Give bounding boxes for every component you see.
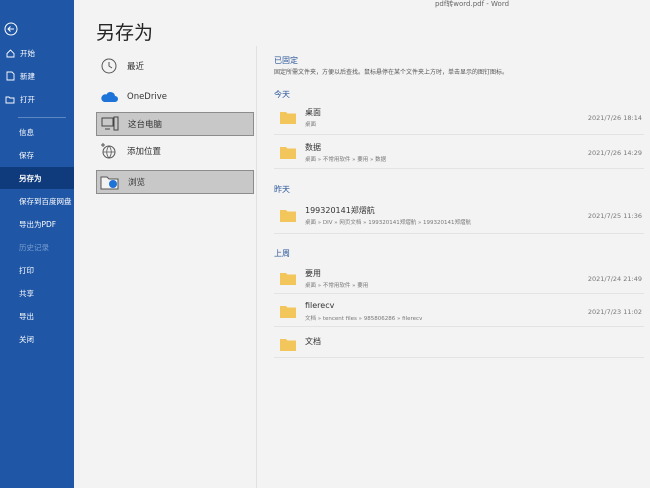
folder-date: 2021/7/24 21:49 xyxy=(587,275,642,283)
folder-name: 数据 xyxy=(305,143,321,152)
nav-close-label: 关闭 xyxy=(19,334,34,344)
folder-icon xyxy=(280,273,296,285)
folder-path: 桌面 » DIV » 网页文档 » 199320141郑熠航 » 1993201… xyxy=(305,220,472,226)
nav-export-pdf[interactable]: 导出为PDF xyxy=(0,213,74,235)
column-divider xyxy=(256,46,257,488)
nav-save-to-baidu[interactable]: 保存到百度网盘 xyxy=(0,190,74,212)
folder-icon xyxy=(280,112,296,124)
nav-divider xyxy=(18,117,66,118)
location-recent-label: 最近 xyxy=(127,62,145,72)
globe-add-icon xyxy=(99,142,119,160)
pinned-header: 已固定 xyxy=(274,56,298,65)
computer-icon xyxy=(100,115,120,133)
nav-print[interactable]: 打印 xyxy=(0,259,74,281)
open-folder-icon xyxy=(5,94,15,104)
nav-history-label: 历史记录 xyxy=(19,242,49,252)
folder-date: 2021/7/23 11:02 xyxy=(587,308,642,316)
folder-row[interactable]: filerecv 文档 » tencent files » 985806286 … xyxy=(274,295,644,329)
group-header-last-week: 上周 xyxy=(274,249,290,258)
nav-print-label: 打印 xyxy=(19,265,34,275)
browse-folder-icon xyxy=(100,173,120,191)
folder-row[interactable]: 数据 桌面 » 不常用软件 » 要用 » 数据 2021/7/26 14:29 xyxy=(274,136,644,170)
folder-date: 2021/7/26 18:14 xyxy=(587,114,642,122)
pinned-description: 固定所需文件夹，方便以后查找。鼠标悬停在某个文件夹上方时，单击显示的图钉图标。 xyxy=(274,69,509,76)
folder-row[interactable]: 要用 桌面 » 不常用软件 » 要用 2021/7/24 21:49 xyxy=(274,262,644,296)
folder-name: 桌面 xyxy=(305,108,321,117)
location-recent[interactable]: 最近 xyxy=(96,54,254,78)
location-browse[interactable]: 浏览 xyxy=(96,170,254,194)
row-divider xyxy=(274,357,644,358)
folder-icon xyxy=(280,210,296,222)
folder-icon xyxy=(280,147,296,159)
home-icon xyxy=(5,48,15,58)
row-divider xyxy=(274,326,644,327)
folder-date: 2021/7/25 11:36 xyxy=(587,212,642,220)
location-this-pc-label: 这台电脑 xyxy=(128,120,163,130)
row-divider xyxy=(274,293,644,294)
row-divider xyxy=(274,233,644,234)
folder-row[interactable]: 桌面 桌面 2021/7/26 18:14 xyxy=(274,101,644,135)
nav-info-label: 信息 xyxy=(19,127,34,137)
nav-share-label: 共享 xyxy=(19,288,34,298)
nav-share[interactable]: 共享 xyxy=(0,282,74,304)
nav-info[interactable]: 信息 xyxy=(0,121,74,143)
folder-name: 文档 xyxy=(305,337,321,346)
nav-close[interactable]: 关闭 xyxy=(0,328,74,350)
group-header-today: 今天 xyxy=(274,90,290,99)
location-add-place[interactable]: 添加位置 xyxy=(96,139,254,163)
nav-home[interactable]: 开始 xyxy=(0,42,74,64)
back-arrow-icon[interactable] xyxy=(4,22,18,36)
folder-path: 桌面 » 不常用软件 » 要用 » 数据 xyxy=(305,157,387,163)
nav-export[interactable]: 导出 xyxy=(0,305,74,327)
location-this-pc[interactable]: 这台电脑 xyxy=(96,112,254,136)
nav-save-as[interactable]: 另存为 xyxy=(0,167,74,189)
nav-new-label: 新建 xyxy=(20,71,35,81)
folder-path: 文档 » tencent files » 985806286 » filerec… xyxy=(305,316,423,322)
folder-path: 桌面 xyxy=(305,122,317,128)
folder-icon xyxy=(280,306,296,318)
nav-save-as-label: 另存为 xyxy=(19,173,42,183)
location-onedrive-label: OneDrive xyxy=(127,92,167,102)
folder-icon xyxy=(280,339,296,351)
nav-export-label: 导出 xyxy=(19,311,34,321)
row-divider xyxy=(274,134,644,135)
nav-home-label: 开始 xyxy=(20,48,35,58)
location-add-place-label: 添加位置 xyxy=(127,147,162,157)
nav-open-label: 打开 xyxy=(20,94,35,104)
folder-name: 要用 xyxy=(305,269,321,278)
row-divider xyxy=(274,168,644,169)
nav-open[interactable]: 打开 xyxy=(0,88,74,110)
nav-history: 历史记录 xyxy=(0,236,74,258)
folder-name: 199320141郑熠航 xyxy=(305,206,375,215)
folder-path: 桌面 » 不常用软件 » 要用 xyxy=(305,283,369,289)
clock-icon xyxy=(99,57,119,75)
folder-name: filerecv xyxy=(305,301,335,310)
folder-row[interactable]: 199320141郑熠航 桌面 » DIV » 网页文档 » 199320141… xyxy=(274,199,644,233)
new-document-icon xyxy=(5,71,15,81)
location-onedrive[interactable]: OneDrive xyxy=(96,85,254,109)
nav-save-to-baidu-label: 保存到百度网盘 xyxy=(19,196,72,206)
page-title: 另存为 xyxy=(96,22,154,44)
group-header-yesterday: 昨天 xyxy=(274,185,290,194)
nav-export-pdf-label: 导出为PDF xyxy=(19,219,57,229)
location-browse-label: 浏览 xyxy=(128,178,146,188)
window-title: pdf转word.pdf - Word xyxy=(434,0,510,8)
folder-date: 2021/7/26 14:29 xyxy=(587,149,642,157)
cloud-icon xyxy=(99,88,119,106)
nav-save-label: 保存 xyxy=(19,150,34,160)
nav-new[interactable]: 新建 xyxy=(0,65,74,87)
nav-save[interactable]: 保存 xyxy=(0,144,74,166)
backstage-sidebar: 开始 新建 打开 信息 保存 另存为 保存到百度网盘 导出为PDF 历史记录 打… xyxy=(0,0,74,488)
